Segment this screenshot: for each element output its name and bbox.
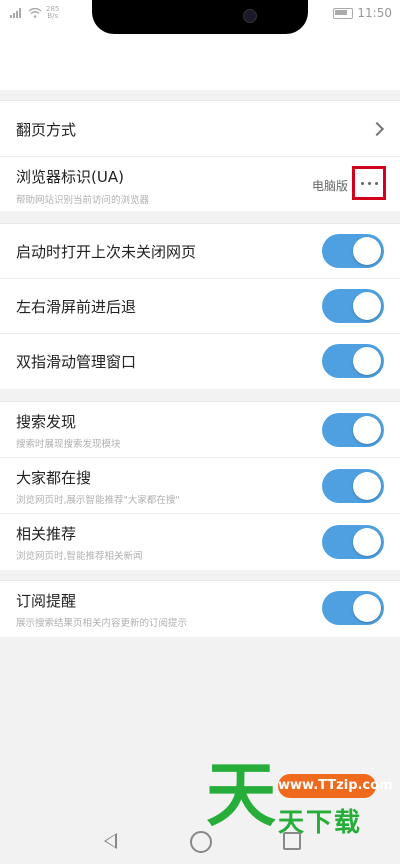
setting-everyone-searching[interactable]: 大家都在搜 浏览网页时,展示智能推荐"大家都在搜"	[0, 458, 400, 514]
watermark-text: 天下载	[278, 808, 363, 838]
toggle-knob	[353, 292, 381, 320]
restore-tabs-toggle[interactable]	[322, 234, 384, 268]
watermark-url: www.TTzip.com	[278, 774, 393, 798]
setting-related-recommend[interactable]: 相关推荐 浏览网页时,智能推荐相关新闻	[0, 514, 400, 570]
setting-title: 翻页方式	[16, 121, 77, 139]
wifi-icon	[28, 8, 42, 18]
settings-header	[0, 34, 400, 90]
setting-title: 相关推荐	[16, 525, 77, 543]
toggle-knob	[353, 472, 381, 500]
setting-title: 搜索发现	[16, 413, 77, 431]
section-page-ua: 翻页方式 浏览器标识(UA) 帮助网站识别当前访问的浏览器 电脑版	[0, 100, 400, 212]
swipe-nav-toggle[interactable]	[322, 289, 384, 323]
section-toggles-a: 启动时打开上次未关闭网页 左右滑屏前进后退 双指滑动管理窗口	[0, 223, 400, 390]
nav-back-icon[interactable]	[104, 833, 117, 849]
section-gap	[0, 90, 400, 100]
setting-title: 左右滑屏前进后退	[16, 298, 137, 316]
more-button[interactable]	[352, 166, 386, 200]
signal-icon	[10, 8, 24, 18]
setting-subscription[interactable]: 订阅提醒 展示搜索结果页相关内容更新的订阅提示	[0, 581, 400, 635]
subscription-toggle[interactable]	[322, 591, 384, 625]
toggle-knob	[353, 594, 381, 622]
setting-title: 双指滑动管理窗口	[16, 353, 137, 371]
setting-two-finger[interactable]: 双指滑动管理窗口	[0, 334, 400, 389]
toggle-knob	[353, 528, 381, 556]
network-speed: 285 B/s	[46, 5, 60, 20]
section-gap	[0, 389, 400, 401]
setting-title: 浏览器标识(UA)	[16, 168, 124, 186]
everyone-searching-toggle[interactable]	[322, 469, 384, 503]
setting-title: 启动时打开上次未关闭网页	[16, 243, 197, 261]
setting-title: 订阅提醒	[16, 592, 77, 610]
setting-subtitle: 搜索时展现搜索发现模块	[16, 439, 121, 450]
related-recommend-toggle[interactable]	[322, 525, 384, 559]
setting-subtitle: 帮助网站识别当前访问的浏览器	[16, 195, 150, 206]
more-icon	[360, 181, 364, 185]
watermark-logo: 天 www.TTzip.com 天下载	[200, 754, 393, 840]
section-gap	[0, 570, 400, 580]
toggle-knob	[353, 347, 381, 375]
setting-page-turn[interactable]: 翻页方式	[0, 101, 400, 157]
setting-subtitle: 浏览网页时,智能推荐相关新闻	[16, 551, 143, 562]
status-bar: 285 B/s 11:50	[0, 0, 400, 34]
ua-value: 电脑版	[311, 179, 348, 193]
watermark-glyph: 天	[206, 754, 276, 836]
toggle-knob	[353, 416, 381, 444]
front-camera	[243, 9, 257, 23]
battery-icon	[333, 7, 354, 19]
toggle-knob	[353, 237, 381, 265]
setting-swipe-nav[interactable]: 左右滑屏前进后退	[0, 279, 400, 334]
chevron-right-icon	[369, 121, 385, 137]
setting-restore-tabs[interactable]: 启动时打开上次未关闭网页	[0, 224, 400, 279]
section-gap	[0, 211, 400, 223]
setting-search-discover[interactable]: 搜索发现 搜索时展现搜索发现模块	[0, 402, 400, 458]
setting-ua[interactable]: 浏览器标识(UA) 帮助网站识别当前访问的浏览器 电脑版	[0, 157, 400, 211]
section-subscription: 订阅提醒 展示搜索结果页相关内容更新的订阅提示	[0, 580, 400, 638]
status-time: 11:50	[357, 6, 392, 20]
status-left: 285 B/s	[10, 6, 59, 20]
section-toggles-b: 搜索发现 搜索时展现搜索发现模块 大家都在搜 浏览网页时,展示智能推荐"大家都在…	[0, 401, 400, 571]
setting-subtitle: 展示搜索结果页相关内容更新的订阅提示	[16, 618, 188, 629]
setting-title: 大家都在搜	[16, 469, 92, 487]
notch	[92, 0, 308, 34]
status-right: 11:50	[333, 6, 392, 20]
setting-subtitle: 浏览网页时,展示智能推荐"大家都在搜"	[16, 495, 180, 506]
two-finger-toggle[interactable]	[322, 344, 384, 378]
search-discover-toggle[interactable]	[322, 413, 384, 447]
